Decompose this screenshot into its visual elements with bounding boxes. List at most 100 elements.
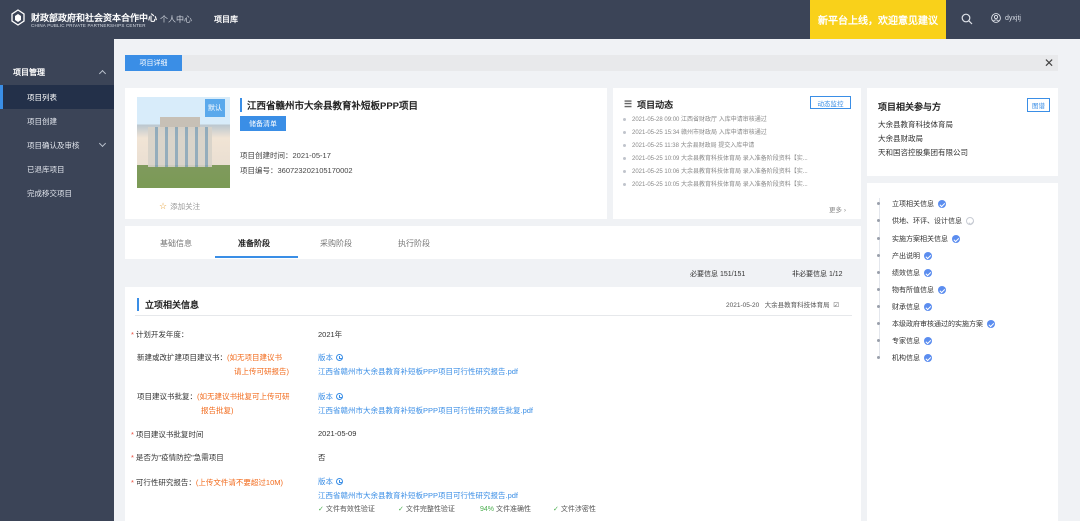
version-link[interactable]: 版本 (318, 476, 343, 487)
approval-time-label: * 项目建议书批复时间 (131, 430, 204, 439)
nav-project-library[interactable]: 项目库 (214, 14, 238, 25)
approval-file-link[interactable]: 江西省赣州市大余县教育补短板PPP项目可行性研究报告批复.pdf (318, 405, 533, 416)
verify-label: 文件完整性验证 (405, 506, 455, 513)
sidebar-item-project-list[interactable]: 项目列表 (0, 85, 114, 109)
verify-label: 文件涉密性 (560, 506, 596, 513)
sidebar-item-project-create[interactable]: 项目创建 (0, 109, 114, 133)
version-label: 版本 (318, 392, 333, 401)
progress-step[interactable]: 财承信息 (877, 302, 932, 312)
check-mark-icon: ✓ (553, 506, 559, 513)
feasibility-file-link[interactable]: 江西省赣州市大余县教育补短板PPP项目可行性研究报告.pdf (318, 490, 518, 501)
check-mark-icon: ✓ (398, 506, 404, 513)
more-label: 更多 (829, 207, 842, 214)
progress-step[interactable]: 机构信息 (877, 353, 932, 363)
sidebar: 项目管理 项目列表 项目创建 项目确认及审核 已退库项目 完成移交项目 (0, 39, 114, 521)
clock-icon (336, 478, 343, 485)
page-tab-strip: 项目详细 ✕ (125, 55, 1058, 71)
verify-validity: ✓ 文件有效性验证 (318, 504, 375, 514)
dynamics-item: 2021-05-25 10:06 大余县教育科技体育局 录入准备阶段资料【实..… (623, 166, 845, 175)
graph-button[interactable]: 图谱 (1027, 98, 1050, 112)
feedback-banner[interactable]: 新平台上线，欢迎意见建议 (810, 0, 946, 39)
check-icon (924, 303, 932, 311)
field-hint: (上传文件请不要超过10M) (195, 478, 284, 487)
check-icon (924, 354, 932, 362)
tab-preparation[interactable]: 准备阶段 (238, 238, 270, 249)
progress-step[interactable]: 专家信息 (877, 336, 932, 346)
progress-step-label: 供地、环评、设计信息 (892, 218, 962, 225)
sidebar-group-project-management[interactable]: 项目管理 (0, 61, 114, 83)
progress-line (879, 198, 880, 358)
section-meta: 2021-05-20 大余县教育科技体育局 ☑ (726, 299, 839, 309)
tab-procurement[interactable]: 采购阶段 (320, 238, 352, 249)
sidebar-item-transferred[interactable]: 完成移交项目 (0, 181, 114, 205)
section-date: 2021-05-20 (726, 302, 760, 309)
chevron-up-icon (98, 69, 107, 78)
edit-icon[interactable]: ☑ (833, 302, 839, 309)
verify-integrity: ✓ 文件完整性验证 (398, 504, 455, 514)
approval-time-value: 2021-05-09 (318, 429, 357, 438)
brand-name-en: CHINA PUBLIC PRIVATE PARTNERSHIPS CENTER (31, 23, 146, 28)
check-icon (924, 337, 932, 345)
cpppc-logo-icon (11, 9, 25, 26)
active-tab-indicator (215, 256, 298, 258)
progress-step[interactable]: 物有所值信息 (877, 285, 946, 295)
dynamics-title: 项目动态 (637, 100, 674, 110)
progress-step-label: 物有所值信息 (892, 287, 934, 294)
top-bar: 财政部政府和社会资本合作中心 CHINA PUBLIC PRIVATE PART… (0, 0, 1080, 39)
progress-step[interactable]: 绩效信息 (877, 268, 932, 278)
progress-step-label: 机构信息 (892, 355, 920, 362)
project-title: 江西省赣州市大余县教育补短板PPP项目 (240, 98, 418, 112)
username: dyxjtj (1005, 14, 1021, 22)
progress-step[interactable]: 立项相关信息 (877, 199, 946, 209)
section-org: 大余县教育科技体育局 (764, 302, 830, 309)
project-code: 项目编号：360723202105170002 (240, 166, 353, 175)
close-icon[interactable]: ✕ (1044, 57, 1054, 69)
reserve-list-button[interactable]: 储备清单 (240, 116, 286, 131)
more-link[interactable]: 更多 › (829, 204, 846, 214)
progress-step-label: 产出说明 (892, 253, 920, 260)
nav-personal-center[interactable]: 个人中心 (160, 14, 192, 25)
star-icon: ☆ (159, 201, 168, 211)
proposal-file-link[interactable]: 江西省赣州市大余县教育补短板PPP项目可行性研究报告.pdf (318, 366, 518, 377)
search-icon[interactable] (961, 13, 973, 25)
sidebar-item-label: 项目确认及审核 (27, 140, 80, 150)
add-follow-button[interactable]: ☆ 添加关注 (159, 201, 200, 212)
progress-step[interactable]: 供地、环评、设计信息 (877, 216, 974, 226)
tab-basic-info[interactable]: 基础信息 (160, 238, 192, 249)
approval-label: 项目建议书批复：(如无建议书批复可上传可研 (137, 391, 290, 402)
verify-label: 文件有效性验证 (325, 506, 375, 513)
clock-icon (336, 354, 343, 361)
dynamics-item: 2021-05-25 11:38 大余县财政局 提交入库申请 (623, 140, 845, 149)
version-label: 版本 (318, 477, 333, 486)
progress-step-label: 专家信息 (892, 338, 920, 345)
field-label: 计划开发年度： (135, 330, 189, 339)
dynamic-monitor-button[interactable]: 动态监控 (810, 96, 851, 109)
sidebar-item-project-review[interactable]: 项目确认及审核 (0, 133, 114, 157)
section-divider (135, 315, 852, 316)
check-icon (924, 269, 932, 277)
progress-step[interactable]: 本级政府审核通过的实施方案 (877, 319, 995, 329)
dynamics-heading: ☰ 项目动态 (624, 98, 673, 111)
verify-label: 文件准确性 (495, 506, 531, 513)
verify-confidentiality: ✓ 文件涉密性 (553, 504, 596, 514)
participant-item: 天和国咨控股集团有限公司 (878, 148, 968, 157)
check-icon (952, 235, 960, 243)
progress-step[interactable]: 实施方案相关信息 (877, 234, 960, 244)
optional-info-count: 非必要信息 1/12 (792, 271, 843, 278)
feasibility-label: * 可行性研究报告：(上传文件请不要超过10M) (131, 478, 284, 487)
user-avatar-icon (991, 13, 1001, 23)
sidebar-item-withdrawn[interactable]: 已退库项目 (0, 157, 114, 181)
check-icon (938, 286, 946, 294)
section-title: 立项相关信息 (137, 298, 199, 311)
tab-project-detail[interactable]: 项目详细 (125, 55, 182, 71)
version-link[interactable]: 版本 (318, 352, 343, 363)
field-hint: (如无建议书批复可上传可研 (197, 392, 290, 401)
progress-step[interactable]: 产出说明 (877, 251, 932, 261)
version-link[interactable]: 版本 (318, 391, 343, 402)
progress-step-label: 财承信息 (892, 304, 920, 311)
default-badge: 默认 (205, 99, 225, 117)
tab-execution[interactable]: 执行阶段 (398, 238, 430, 249)
dynamics-item: 2021-05-25 10:09 大余县教育科技体育局 录入准备阶段资料【实..… (623, 153, 845, 162)
progress-step-label: 实施方案相关信息 (892, 236, 948, 243)
user-menu[interactable]: dyxjtj (991, 13, 1021, 23)
